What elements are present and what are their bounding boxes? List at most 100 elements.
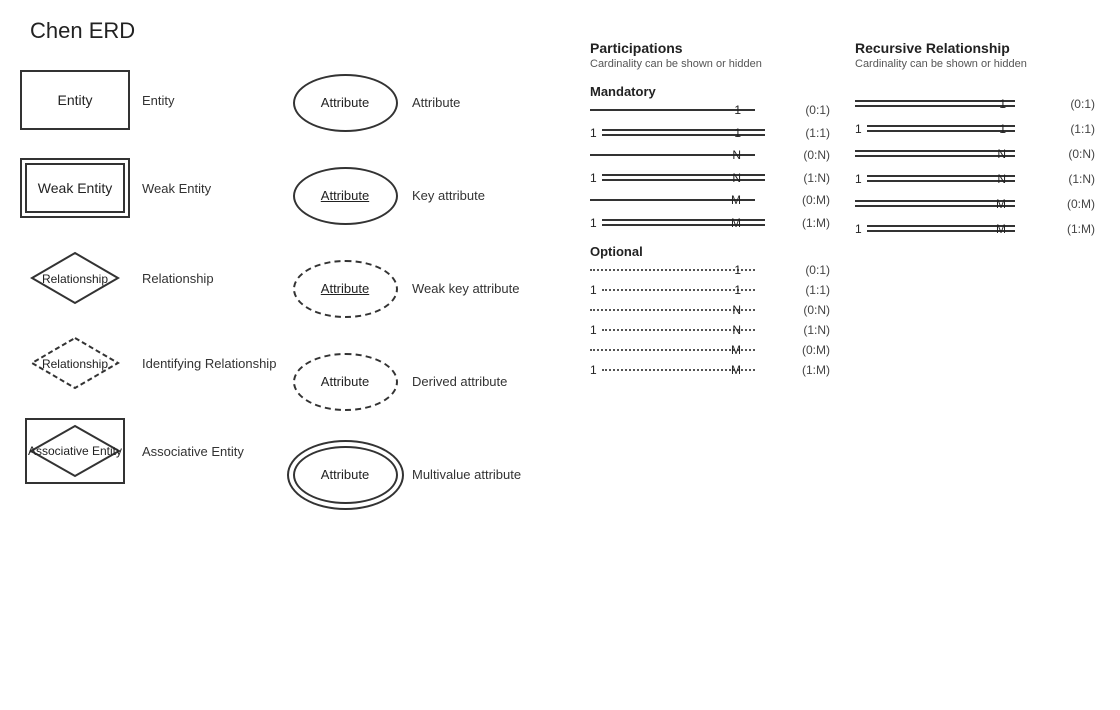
attribute-weakkey-shape: Attribute: [290, 256, 400, 321]
recursive-title: Recursive Relationship: [855, 40, 1095, 56]
attribute-derived-label: Derived attribute: [412, 374, 507, 389]
mandatory-1N-cardinality: (1:N): [803, 171, 830, 185]
recursive-1N-cardinality: (1:N): [1068, 172, 1095, 186]
recursive-11-line-area: 1 1: [855, 125, 1030, 132]
optional-11-cardinality: (1:1): [805, 283, 830, 297]
optional-0M-row: M (0:M): [590, 349, 830, 351]
attribute-key-row: Attribute Key attribute: [290, 163, 540, 228]
recursive-0N-line: [855, 150, 1015, 157]
attribute-weakkey-row: Attribute Weak key attribute: [290, 256, 540, 321]
mandatory-1N-line-area: 1 N: [590, 174, 765, 181]
optional-0N-cardinality: (0:N): [803, 303, 830, 317]
optional-1M-line-area: 1 M: [590, 369, 765, 371]
optional-01-line-area: 1: [590, 269, 765, 271]
optional-1M-row: 1 M (1:M): [590, 369, 830, 371]
participations-section: Participations Cardinality can be shown …: [590, 40, 830, 389]
recursive-0M-row: M (0:M): [855, 200, 1095, 207]
optional-01-line: [590, 269, 755, 271]
mandatory-1M-cardinality: (1:M): [802, 216, 830, 230]
recursive-1M-row: 1 M (1:M): [855, 225, 1095, 232]
attributes-column: Attribute Attribute Attribute Key attrib…: [290, 70, 540, 535]
recursive-0M-cardinality: (0:M): [1067, 197, 1095, 211]
mandatory-0M-row: M (0:M): [590, 199, 830, 201]
recursive-0M-line-area: M: [855, 200, 1030, 207]
optional-0N-line: [590, 309, 755, 311]
optional-1N-row: 1 N (1:N): [590, 329, 830, 331]
optional-0N-row: N (0:N): [590, 309, 830, 311]
optional-11-row: 1 1 (1:1): [590, 289, 830, 291]
mandatory-1N-row: 1 N (1:N): [590, 174, 830, 181]
recursive-01-line: [855, 100, 1015, 107]
recursive-section: Recursive Relationship Cardinality can b…: [855, 40, 1095, 250]
attribute-key-shape: Attribute: [290, 163, 400, 228]
attribute-derived-shape: Attribute: [290, 349, 400, 414]
mandatory-01-row: 1 (0:1): [590, 109, 830, 111]
recursive-0N-cardinality: (0:N): [1068, 147, 1095, 161]
attribute-regular-row: Attribute Attribute: [290, 70, 540, 135]
optional-title: Optional: [590, 244, 830, 259]
optional-01-row: 1 (0:1): [590, 269, 830, 271]
participations-title: Participations: [590, 40, 830, 56]
optional-0M-line-area: M: [590, 349, 765, 351]
recursive-0N-row: N (0:N): [855, 150, 1095, 157]
attribute-multivalue-shape: Attribute: [290, 442, 400, 507]
recursive-11-cardinality: (1:1): [1070, 122, 1095, 136]
mandatory-01-line-area: 1: [590, 109, 765, 111]
recursive-0M-line: [855, 200, 1015, 207]
identifying-relationship-row: Relationship Identifying Relationship: [20, 331, 300, 396]
recursive-11-row: 1 1 (1:1): [855, 125, 1095, 132]
optional-01-cardinality: (0:1): [805, 263, 830, 277]
mandatory-01-line: [590, 109, 755, 111]
participations-subtitle: Cardinality can be shown or hidden: [590, 58, 830, 70]
optional-1N-line-area: 1 N: [590, 329, 765, 331]
recursive-01-row: 1 (0:1): [855, 100, 1095, 107]
optional-11-line: [602, 289, 755, 291]
mandatory-11-row: 1 1 (1:1): [590, 129, 830, 136]
optional-0N-line-area: N: [590, 309, 765, 311]
recursive-subtitle: Cardinality can be shown or hidden: [855, 58, 1095, 70]
page-title: Chen ERD: [30, 18, 135, 44]
weak-entity-shape: Weak Entity: [20, 158, 130, 218]
optional-11-line-area: 1 1: [590, 289, 765, 291]
mandatory-0M-cardinality: (0:M): [802, 193, 830, 207]
mandatory-11-cardinality: (1:1): [805, 126, 830, 140]
recursive-1M-line: [867, 225, 1015, 232]
identifying-relationship-label: Identifying Relationship: [142, 356, 276, 371]
attribute-multivalue-label: Multivalue attribute: [412, 467, 521, 482]
weak-entity-row: Weak Entity Weak Entity: [20, 158, 300, 218]
mandatory-0N-line: [590, 154, 755, 156]
recursive-01-cardinality: (0:1): [1070, 97, 1095, 111]
recursive-1M-cardinality: (1:M): [1067, 222, 1095, 236]
recursive-1N-line-area: 1 N: [855, 175, 1030, 182]
mandatory-01-cardinality: (0:1): [805, 103, 830, 117]
mandatory-0N-cardinality: (0:N): [803, 148, 830, 162]
mandatory-0M-line-area: M: [590, 199, 765, 201]
shapes-column: Entity Entity Weak Entity Weak Entity Re…: [20, 70, 300, 514]
recursive-1N-row: 1 N (1:N): [855, 175, 1095, 182]
mandatory-1M-row: 1 M (1:M): [590, 219, 830, 226]
weak-entity-label: Weak Entity: [142, 181, 211, 196]
associative-entity-label: Associative Entity: [142, 444, 244, 459]
mandatory-11-line-area: 1 1: [590, 129, 765, 136]
relationship-shape: Relationship: [20, 246, 130, 311]
optional-0M-cardinality: (0:M): [802, 343, 830, 357]
recursive-11-line: [867, 125, 1015, 132]
optional-1M-cardinality: (1:M): [802, 363, 830, 377]
attribute-regular-shape: Attribute: [290, 70, 400, 135]
attribute-regular-label: Attribute: [412, 95, 460, 110]
mandatory-1M-line-area: 1 M: [590, 219, 765, 226]
optional-1N-cardinality: (1:N): [803, 323, 830, 337]
recursive-0N-line-area: N: [855, 150, 1030, 157]
entity-row: Entity Entity: [20, 70, 300, 130]
recursive-1M-line-area: 1 M: [855, 225, 1030, 232]
identifying-relationship-shape: Relationship: [20, 331, 130, 396]
attribute-key-label: Key attribute: [412, 188, 485, 203]
recursive-1N-line: [867, 175, 1015, 182]
attribute-weakkey-label: Weak key attribute: [412, 281, 519, 296]
mandatory-title: Mandatory: [590, 84, 830, 99]
entity-label: Entity: [142, 93, 175, 108]
mandatory-0N-line-area: N: [590, 154, 765, 156]
relationship-row: Relationship Relationship: [20, 246, 300, 311]
associative-entity-shape: Associative Entity: [20, 416, 130, 486]
entity-shape: Entity: [20, 70, 130, 130]
